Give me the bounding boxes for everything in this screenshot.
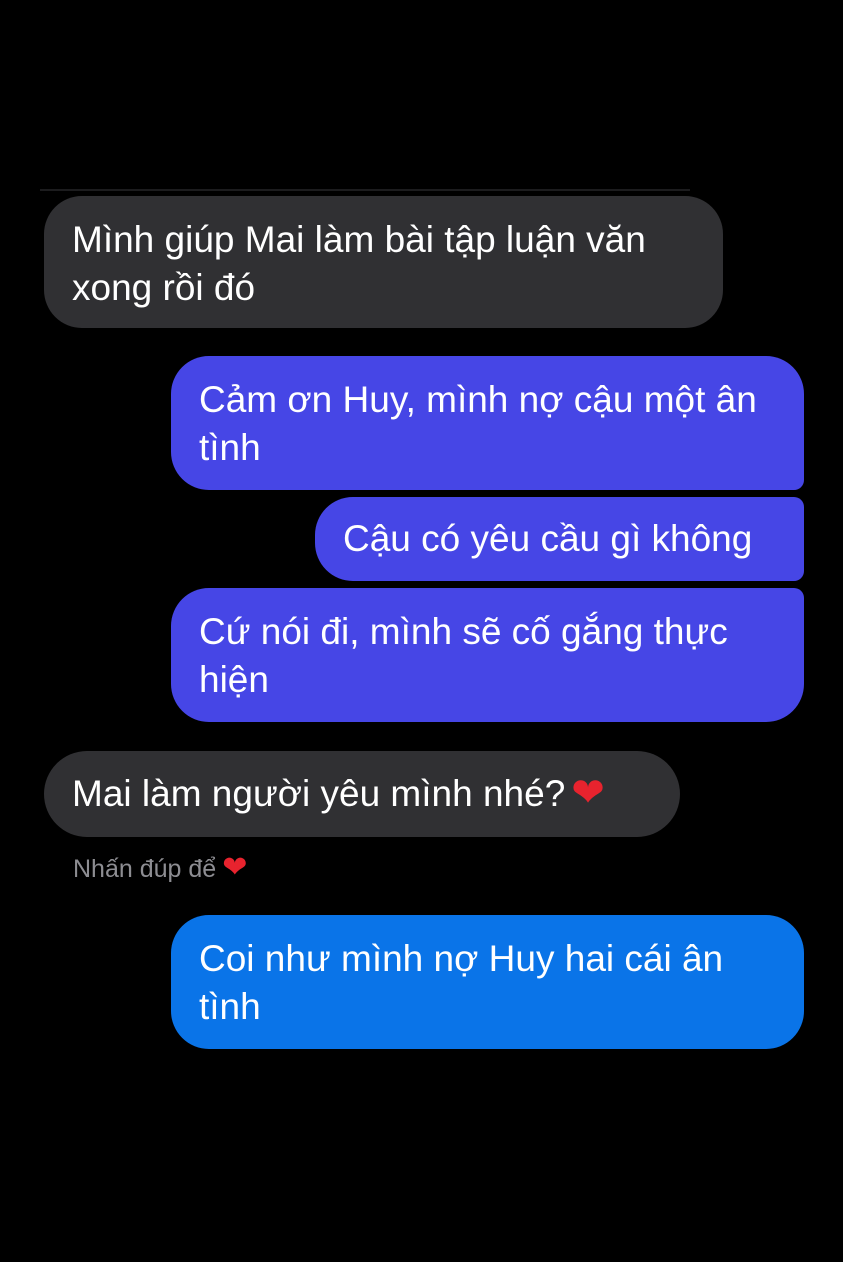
message-bubble-incoming[interactable]: Mai làm người yêu mình nhé? ❤ — [44, 751, 680, 837]
message-bubble-outgoing[interactable]: Cảm ơn Huy, mình nợ cậu một ân tình — [171, 356, 804, 490]
message-text: Cảm ơn Huy, mình nợ cậu một ân tình — [199, 379, 757, 468]
top-divider — [40, 189, 690, 191]
message-bubble-incoming[interactable]: Mình giúp Mai làm bài tập luận văn xong … — [44, 196, 723, 328]
message-bubble-outgoing[interactable]: Cậu có yêu cầu gì không — [315, 497, 804, 581]
heart-icon: ❤ — [571, 770, 605, 817]
message-text: Coi như mình nợ Huy hai cái ân tình — [199, 938, 724, 1027]
message-bubble-outgoing[interactable]: Coi như mình nợ Huy hai cái ân tình — [171, 915, 804, 1049]
message-bubble-outgoing[interactable]: Cứ nói đi, mình sẽ cố gắng thực hiện — [171, 588, 804, 722]
message-text: Mình giúp Mai làm bài tập luận văn xong … — [72, 219, 646, 308]
heart-icon: ❤ — [222, 850, 248, 886]
message-text: Cậu có yêu cầu gì không — [343, 518, 753, 559]
message-text: Cứ nói đi, mình sẽ cố gắng thực hiện — [199, 611, 728, 700]
message-text: Mai làm người yêu mình nhé? — [72, 773, 566, 814]
double-tap-hint: Nhấn đúp để ❤ — [73, 850, 248, 887]
double-tap-hint-text: Nhấn đúp để — [73, 855, 217, 883]
